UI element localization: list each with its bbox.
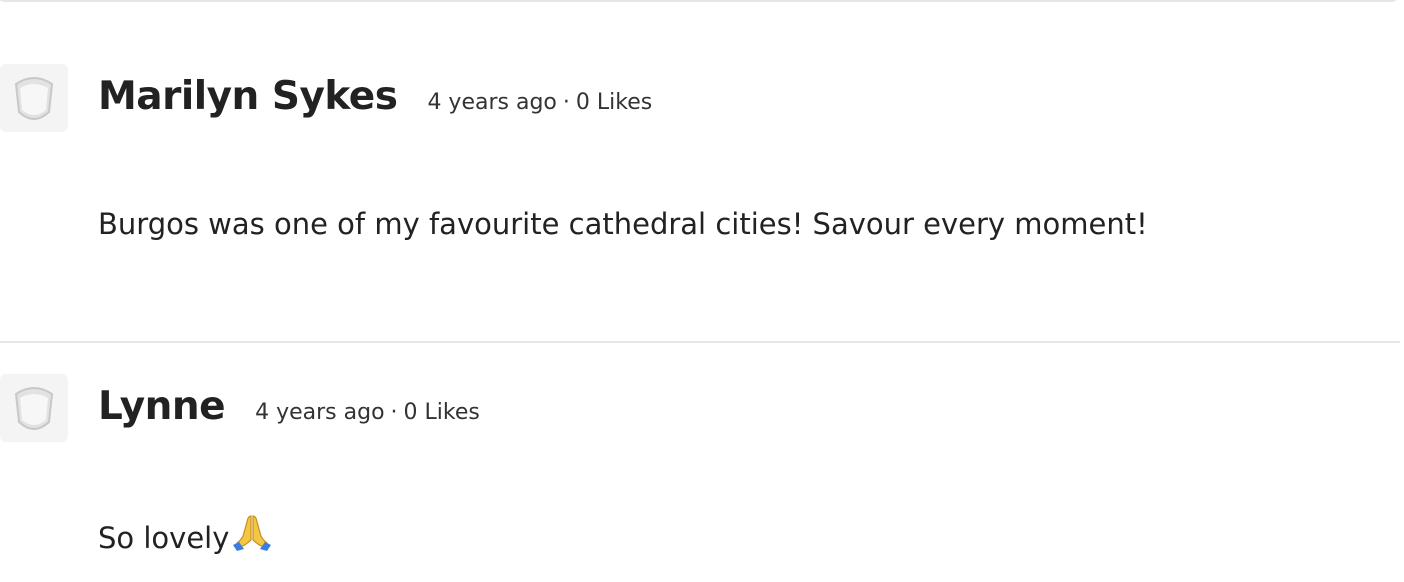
- comment-header: Lynne 4 years ago · 0 Likes: [98, 382, 480, 432]
- comment-divider: [0, 341, 1400, 343]
- default-avatar-icon: [14, 387, 54, 430]
- comment-text-wrapper: So lovely: [98, 514, 273, 562]
- folded-hands-emoji-icon: [231, 514, 273, 562]
- comment-text: Burgos was one of my favourite cathedral…: [98, 207, 1148, 241]
- meta-separator: ·: [390, 400, 398, 425]
- comment-header: Marilyn Sykes 4 years ago · 0 Likes: [98, 72, 652, 122]
- comment-author[interactable]: Lynne: [98, 382, 226, 432]
- comment-likes[interactable]: 0 Likes: [404, 400, 480, 425]
- comment-meta: 4 years ago · 0 Likes: [427, 88, 652, 118]
- avatar[interactable]: [0, 374, 68, 442]
- comment-time: 4 years ago: [255, 400, 385, 425]
- previous-card-border: [0, 0, 1398, 2]
- comment-time: 4 years ago: [427, 90, 557, 115]
- comment-text: So lovely: [98, 521, 230, 555]
- default-avatar-icon: [14, 77, 54, 120]
- comment-meta: 4 years ago · 0 Likes: [255, 398, 480, 428]
- avatar[interactable]: [0, 64, 68, 132]
- comment-likes[interactable]: 0 Likes: [576, 90, 652, 115]
- comment-author[interactable]: Marilyn Sykes: [98, 72, 398, 122]
- meta-separator: ·: [562, 90, 570, 115]
